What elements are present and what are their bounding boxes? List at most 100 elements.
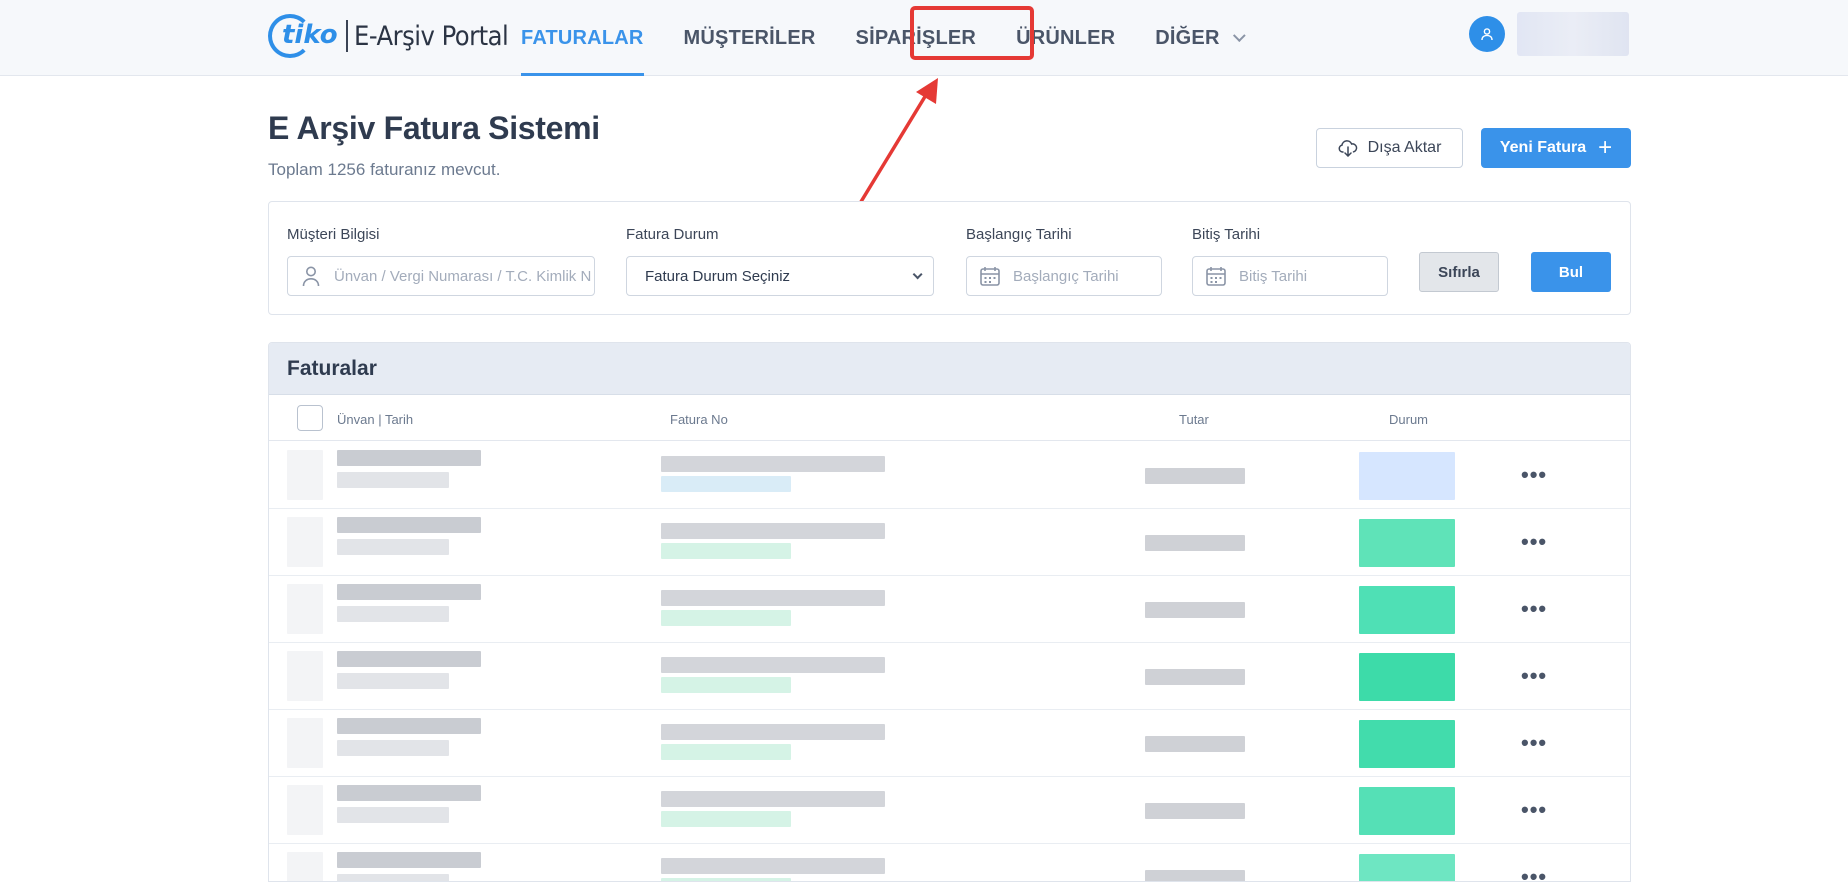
invoice-date-redacted — [337, 539, 449, 555]
reset-button[interactable]: Sıfırla — [1419, 252, 1499, 292]
end-date-label: Bitiş Tarihi — [1192, 226, 1261, 243]
invoice-date-redacted — [337, 673, 449, 689]
nav-item-diger[interactable]: DİĞER — [1155, 0, 1246, 76]
user-avatar[interactable] — [1469, 16, 1505, 52]
status-badge — [1359, 519, 1455, 567]
chevron-down-icon — [1232, 28, 1246, 42]
col-status: Durum — [1389, 412, 1429, 427]
select-all-checkbox[interactable] — [297, 405, 323, 431]
status-badge — [1359, 720, 1455, 768]
customer-search-input[interactable]: Ünvan / Vergi Numarası / T.C. Kimlik N — [287, 256, 595, 296]
invoice-type-redacted — [661, 476, 791, 492]
invoice-no-redacted — [661, 590, 885, 606]
invoice-type-redacted — [661, 543, 791, 559]
col-invoice-no: Fatura No — [670, 412, 728, 427]
invoice-date-redacted — [337, 740, 449, 756]
amount-redacted — [1145, 669, 1245, 685]
invoice-no-redacted — [661, 791, 885, 807]
export-label: Dışa Aktar — [1367, 139, 1442, 156]
status-select-value: Fatura Durum Seçiniz — [645, 267, 791, 285]
row-menu-icon[interactable]: ••• — [1521, 797, 1547, 823]
table-row[interactable]: ••• — [269, 576, 1630, 643]
customer-name-redacted — [337, 517, 481, 533]
status-badge — [1359, 452, 1455, 500]
status-badge — [1359, 854, 1455, 881]
page-title: E Arşiv Fatura Sistemi — [268, 110, 600, 146]
row-checkbox-redacted — [287, 651, 323, 701]
start-date-label: Başlangıç Tarihi — [966, 226, 1072, 243]
invoice-type-redacted — [661, 811, 791, 827]
invoice-type-redacted — [661, 744, 791, 760]
row-menu-icon[interactable]: ••• — [1521, 529, 1547, 555]
invoices-table: Faturalar Ünvan | Tarih Fatura No Tutar … — [268, 342, 1631, 882]
calendar-icon — [967, 265, 1013, 287]
table-row[interactable]: ••• — [269, 844, 1630, 881]
table-title: Faturalar — [269, 343, 1630, 395]
col-title-date: Ünvan | Tarih — [337, 412, 414, 427]
main-nav: FATURALAR MÜŞTERİLER SİPARİŞLER ÜRÜNLER … — [521, 0, 1281, 76]
row-checkbox-redacted — [287, 584, 323, 634]
nav-item-siparisler[interactable]: SİPARİŞLER — [856, 0, 977, 76]
amount-redacted — [1145, 535, 1245, 551]
user-name-redacted[interactable] — [1517, 12, 1629, 56]
table-row[interactable]: ••• — [269, 710, 1630, 777]
logo-divider — [346, 20, 348, 52]
row-checkbox-redacted — [287, 852, 323, 881]
invoice-date-redacted — [337, 807, 449, 823]
row-checkbox-redacted — [287, 517, 323, 567]
amount-redacted — [1145, 803, 1245, 819]
chevron-down-icon — [912, 268, 923, 279]
status-badge — [1359, 653, 1455, 701]
start-date-input[interactable]: Başlangıç Tarihi — [966, 256, 1162, 296]
nav-item-musteriler[interactable]: MÜŞTERİLER — [684, 0, 816, 76]
cloud-download-icon — [1338, 140, 1357, 157]
row-checkbox-redacted — [287, 718, 323, 768]
status-select[interactable]: Fatura Durum Seçiniz — [626, 256, 934, 296]
new-invoice-label: Yeni Fatura — [1499, 139, 1587, 156]
invoice-date-redacted — [337, 606, 449, 622]
invoice-type-redacted — [661, 878, 791, 881]
table-row[interactable]: ••• — [269, 442, 1630, 509]
row-menu-icon[interactable]: ••• — [1521, 864, 1547, 881]
start-date-placeholder: Başlangıç Tarihi — [1013, 267, 1119, 285]
nav-item-urunler[interactable]: ÜRÜNLER — [1016, 0, 1115, 76]
customer-search-placeholder: Ünvan / Vergi Numarası / T.C. Kimlik N — [334, 267, 592, 285]
export-button[interactable]: Dışa Aktar — [1316, 128, 1463, 168]
end-date-input[interactable]: Bitiş Tarihi — [1192, 256, 1388, 296]
invoice-no-redacted — [661, 523, 885, 539]
filter-panel: Müşteri Bilgisi Ünvan / Vergi Numarası /… — [268, 201, 1631, 315]
row-checkbox-redacted — [287, 785, 323, 835]
nav-item-diger-label: DİĞER — [1155, 26, 1220, 49]
table-row[interactable]: ••• — [269, 777, 1630, 844]
row-menu-icon[interactable]: ••• — [1521, 730, 1547, 756]
invoice-type-redacted — [661, 677, 791, 693]
user-icon — [1481, 28, 1493, 41]
top-navbar: tiko E-Arşiv Portal FATURALAR MÜŞTERİLER… — [0, 0, 1848, 76]
portal-name: E-Arşiv Portal — [354, 20, 509, 52]
customer-name-redacted — [337, 785, 481, 801]
row-menu-icon[interactable]: ••• — [1521, 663, 1547, 689]
calendar-icon — [1193, 265, 1239, 287]
person-icon — [288, 265, 334, 287]
table-row[interactable]: ••• — [269, 643, 1630, 710]
invoice-date-redacted — [337, 874, 449, 881]
end-date-placeholder: Bitiş Tarihi — [1239, 267, 1308, 285]
row-menu-icon[interactable]: ••• — [1521, 462, 1547, 488]
table-header-row: Ünvan | Tarih Fatura No Tutar Durum — [269, 395, 1630, 441]
invoice-date-redacted — [337, 472, 449, 488]
customer-name-redacted — [337, 584, 481, 600]
new-invoice-button[interactable]: Yeni Fatura + — [1481, 128, 1631, 168]
invoice-no-redacted — [661, 724, 885, 740]
customer-name-redacted — [337, 450, 481, 466]
customer-name-redacted — [337, 651, 481, 667]
find-button[interactable]: Bul — [1531, 252, 1611, 292]
nav-item-faturalar[interactable]: FATURALAR — [521, 0, 644, 76]
table-row[interactable]: ••• — [269, 509, 1630, 576]
brand-logo[interactable]: tiko E-Arşiv Portal — [268, 14, 509, 58]
row-menu-icon[interactable]: ••• — [1521, 596, 1547, 622]
plus-icon: + — [1598, 134, 1613, 161]
amount-redacted — [1145, 736, 1245, 752]
amount-redacted — [1145, 468, 1245, 484]
invoice-no-redacted — [661, 657, 885, 673]
customer-label: Müşteri Bilgisi — [287, 226, 380, 243]
